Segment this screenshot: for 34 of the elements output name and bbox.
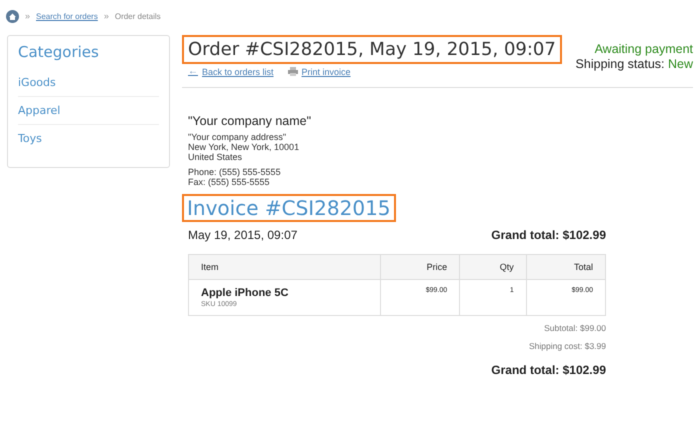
invoice-title: Invoice #CSI282015 bbox=[182, 194, 396, 222]
back-arrow-icon: ← bbox=[188, 66, 198, 77]
address-line: United States bbox=[188, 152, 244, 162]
column-header: Total bbox=[526, 254, 606, 280]
breadcrumb-current: Order details bbox=[114, 12, 161, 20]
breadcrumb-separator: » bbox=[25, 11, 30, 21]
product-name: Apple iPhone 5C bbox=[201, 287, 290, 299]
sidebar-title: Categories bbox=[18, 43, 100, 61]
sidebar-item[interactable]: Toys bbox=[18, 125, 159, 152]
shipping-cost: Shipping cost: $3.99 bbox=[528, 340, 606, 353]
company-name: "Your company name" bbox=[188, 116, 312, 126]
sidebar-item[interactable]: iGoods bbox=[18, 69, 159, 97]
breadcrumb-separator: » bbox=[104, 11, 109, 21]
order-title: Order #CSI282015, May 19, 2015, 09:07 bbox=[182, 35, 562, 64]
sidebar-item[interactable]: Apparel bbox=[18, 97, 159, 125]
address-line: New York, New York, 10001 bbox=[188, 142, 300, 152]
home-icon[interactable] bbox=[6, 10, 19, 22]
link[interactable]: Print invoice bbox=[302, 66, 351, 76]
address-line: "Your company address" bbox=[188, 132, 288, 142]
grand-total: Grand total: $102.99 bbox=[490, 363, 606, 377]
subtotal: Subtotal: $99.00 bbox=[543, 322, 606, 335]
column-header: Item bbox=[188, 254, 380, 280]
printer-icon bbox=[288, 67, 298, 76]
column-header: Qty bbox=[460, 254, 526, 280]
shipping-status-label: Shipping status: bbox=[576, 57, 664, 71]
shipping-status: New bbox=[668, 57, 693, 71]
column-header: Price bbox=[380, 254, 460, 280]
payment-status: Awaiting payment bbox=[594, 42, 693, 56]
contact-line: Phone: (555) 555-5555 bbox=[188, 167, 282, 177]
link[interactable]: Back to orders list bbox=[202, 66, 274, 76]
invoice-date: May 19, 2015, 09:07 bbox=[188, 228, 298, 242]
breadcrumb-link[interactable]: Search for orders bbox=[36, 12, 98, 20]
contact-line: Fax: (555) 555-5555 bbox=[188, 177, 271, 187]
grand-total: Grand total: $102.99 bbox=[491, 228, 606, 242]
